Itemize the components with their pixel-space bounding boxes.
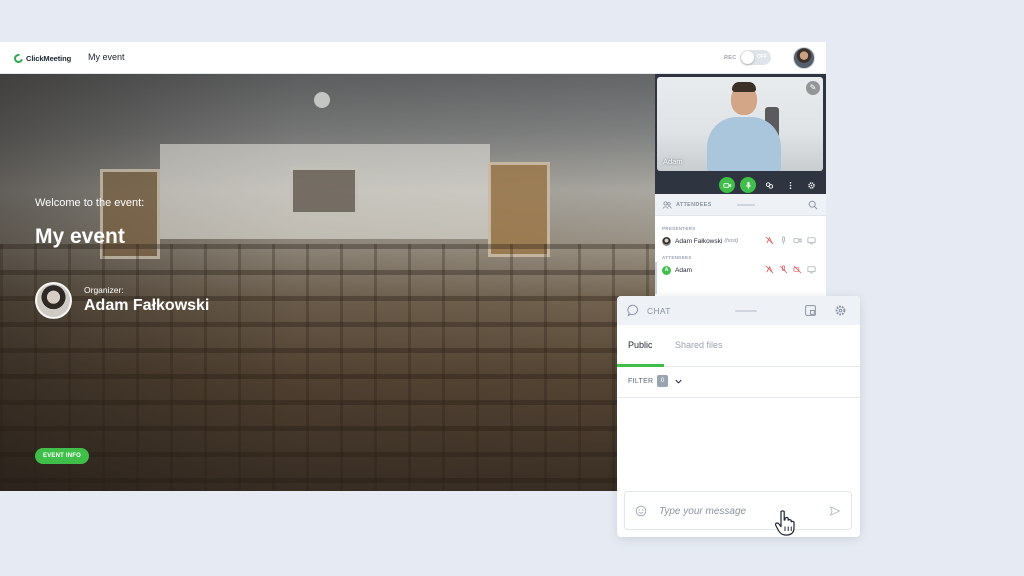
presenters-section-label: PRESENTERS (662, 226, 696, 231)
rec-toggle[interactable]: OFF (740, 50, 771, 65)
screen-share-button[interactable] (761, 177, 777, 193)
chat-bubble-icon (627, 304, 639, 317)
presenter-camera[interactable]: Adam ✎ (657, 77, 823, 171)
hall-door-right (488, 162, 550, 257)
camera-off-icon (793, 265, 802, 274)
clickmeeting-logo[interactable]: ClickMeeting (12, 51, 72, 65)
camera-person-body (707, 117, 781, 171)
send-icon[interactable] (829, 505, 841, 517)
tab-public[interactable]: Public (628, 340, 653, 350)
rec-state: OFF (757, 54, 767, 60)
stage-title: My event (35, 225, 125, 248)
search-icon[interactable] (808, 200, 818, 210)
top-bar: ClickMeeting My event REC OFF (0, 42, 826, 74)
popout-icon[interactable] (804, 304, 817, 317)
attendee-row[interactable]: A Adam (662, 264, 822, 276)
rec-label: REC (724, 55, 737, 61)
organizer-avatar (35, 282, 72, 319)
microphone-icon (745, 181, 751, 189)
screen-share-off-icon (765, 265, 774, 274)
rec-toggle-knob (741, 51, 754, 64)
event-title: My event (88, 52, 125, 62)
microphone-off-icon (779, 265, 788, 274)
hall-window (290, 167, 358, 215)
video-controls (719, 177, 819, 193)
microphone-icon (782, 236, 785, 245)
chat-tabs: Public Shared files (617, 325, 860, 367)
hand-pointer-icon (774, 510, 795, 536)
filter-label: FILTER (628, 378, 654, 385)
hall-chairs (0, 244, 655, 491)
filter-count-badge: 0 (657, 375, 668, 387)
chat-panel: CHAT Public Shared files FILTER 0 (617, 296, 860, 537)
message-composer (624, 491, 852, 530)
camera-toggle-button[interactable] (719, 177, 735, 193)
event-stage: Welcome to the event: My event Organizer… (0, 74, 655, 491)
organizer-label: Organizer: (84, 285, 124, 295)
attendee-name: Adam (675, 266, 692, 274)
attendees-drag-handle[interactable] (737, 204, 755, 206)
gear-icon[interactable] (834, 304, 847, 317)
attendees-header[interactable]: ATTENDEES (655, 194, 826, 216)
attendees-title: ATTENDEES (676, 202, 712, 208)
logo-text: ClickMeeting (26, 53, 72, 63)
camera-person-hair (732, 82, 756, 92)
attendees-section-label: ATTENDEES (662, 255, 692, 260)
more-options-button[interactable] (782, 177, 798, 193)
camera-participant-name: Adam (663, 157, 683, 166)
video-settings-button[interactable] (803, 177, 819, 193)
more-vertical-icon (789, 181, 791, 189)
tab-shared-files[interactable]: Shared files (675, 340, 723, 350)
filter-row[interactable]: FILTER 0 (617, 367, 860, 398)
camera-icon (722, 182, 731, 188)
emoji-icon[interactable] (635, 505, 647, 517)
organizer-name: Adam Fałkowski (84, 297, 210, 314)
chevron-down-icon[interactable] (674, 377, 683, 386)
welcome-text: Welcome to the event: (35, 197, 145, 209)
presenter-row[interactable]: Adam Fałkowski (host) (662, 235, 822, 247)
microphone-toggle-button[interactable] (740, 177, 756, 193)
presenter-name: Adam Fałkowski (675, 237, 723, 245)
presenter-role: (host) (724, 238, 739, 244)
event-info-button[interactable]: EVENT INFO (35, 448, 90, 464)
chat-drag-handle[interactable] (735, 310, 757, 312)
presenter-avatar (662, 236, 671, 246)
camera-icon (793, 238, 802, 243)
user-avatar[interactable] (793, 47, 815, 69)
people-icon (662, 201, 672, 209)
attendee-status-icons (765, 265, 816, 274)
chat-header[interactable]: CHAT (617, 296, 860, 325)
logo-icon (12, 51, 25, 65)
chat-title: CHAT (647, 306, 671, 316)
share-link-icon (765, 181, 773, 189)
attendee-avatar: A (662, 265, 671, 275)
attendees-list-accent (655, 262, 657, 294)
screen-share-off-icon (765, 236, 774, 245)
screen-icon (807, 237, 816, 245)
presenter-status-icons (765, 236, 816, 245)
pin-icon[interactable]: ✎ (806, 81, 820, 95)
video-panel: Adam ✎ (655, 74, 826, 194)
gear-icon (807, 181, 815, 189)
screen-icon (807, 266, 816, 274)
wall-clock (314, 92, 330, 108)
